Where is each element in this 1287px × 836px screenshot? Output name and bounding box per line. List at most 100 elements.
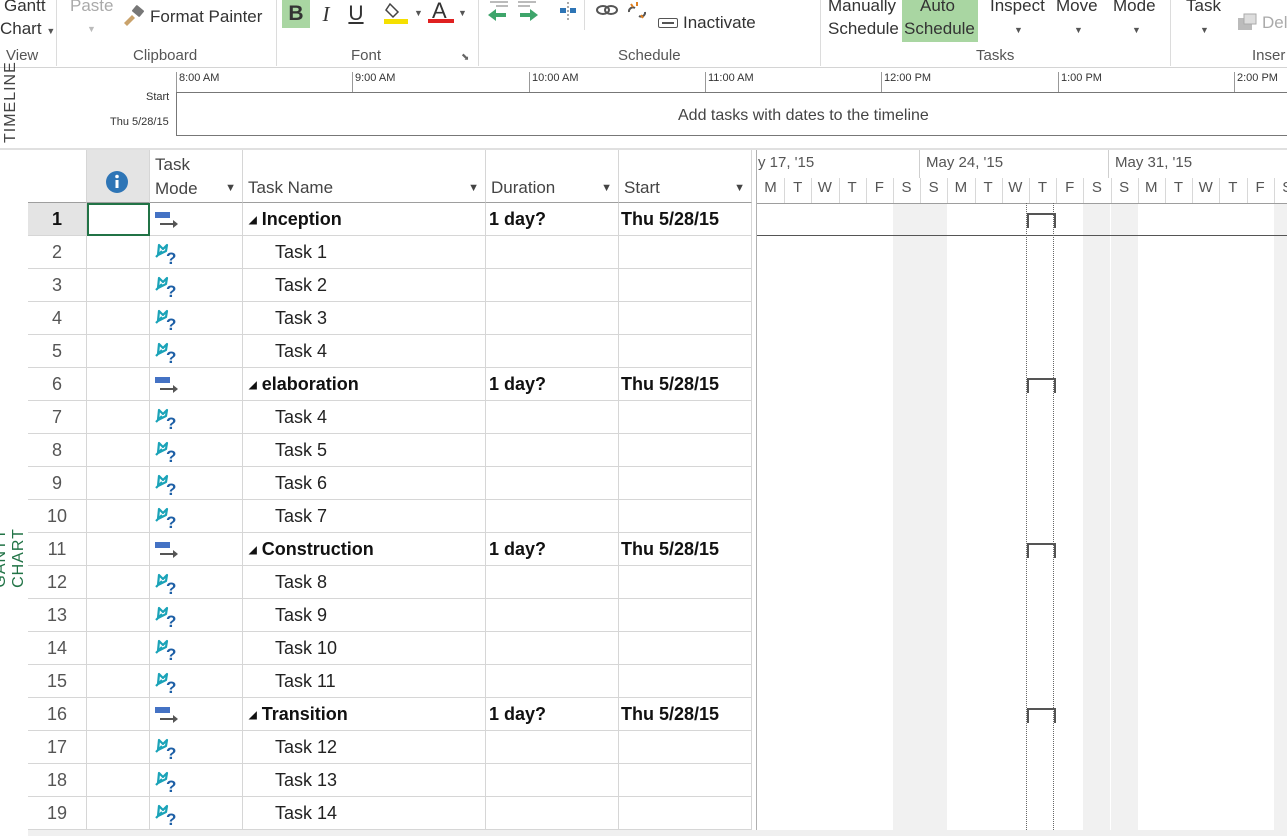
row-number[interactable]: 11 — [28, 533, 87, 566]
row-number[interactable]: 14 — [28, 632, 87, 665]
row-number[interactable]: 19 — [28, 797, 87, 830]
duration-cell[interactable] — [486, 269, 619, 302]
font-color-button[interactable]: A — [428, 0, 454, 24]
indicators-cell[interactable] — [87, 500, 150, 533]
task-mode-cell[interactable]: ? — [150, 302, 243, 335]
table-row[interactable]: 5? Task 4 — [28, 335, 752, 368]
mode-dropdown-icon[interactable]: ▼ — [1132, 25, 1141, 35]
row-number[interactable]: 6 — [28, 368, 87, 401]
task-name-cell[interactable]: Task 10 — [243, 632, 486, 665]
horizontal-scrollbar[interactable] — [28, 830, 1287, 836]
indicators-cell[interactable] — [87, 566, 150, 599]
task-name-cell[interactable]: Task 8 — [243, 566, 486, 599]
task-name-column-header[interactable]: Task Name ▼ — [243, 150, 486, 203]
duration-cell[interactable]: 1 day? — [486, 203, 619, 236]
task-mode-cell[interactable]: ? — [150, 599, 243, 632]
task-mode-cell[interactable]: ? — [150, 797, 243, 830]
collapse-triangle-icon[interactable]: ◢ — [249, 380, 257, 391]
italic-button[interactable]: I — [314, 0, 338, 28]
duration-cell[interactable]: 1 day? — [486, 533, 619, 566]
task-name-cell[interactable]: Task 2 — [243, 269, 486, 302]
paste-button[interactable]: Paste — [70, 0, 113, 16]
task-name-cell[interactable]: Task 6 — [243, 467, 486, 500]
start-cell[interactable] — [619, 500, 752, 533]
indicators-cell[interactable] — [87, 632, 150, 665]
task-mode-cell[interactable]: ? — [150, 467, 243, 500]
row-number[interactable]: 9 — [28, 467, 87, 500]
task-mode-cell[interactable]: ? — [150, 731, 243, 764]
task-mode-cell[interactable]: ? — [150, 665, 243, 698]
row-number[interactable]: 18 — [28, 764, 87, 797]
collapse-triangle-icon[interactable]: ◢ — [249, 545, 257, 556]
task-mode-cell[interactable]: ? — [150, 500, 243, 533]
duration-cell[interactable] — [486, 566, 619, 599]
indicators-cell[interactable] — [87, 269, 150, 302]
gantt-chart-dropdown[interactable]: Chart ▼ — [0, 19, 55, 39]
task-mode-cell[interactable] — [150, 203, 243, 236]
duration-cell[interactable] — [486, 731, 619, 764]
manually-schedule-button-2[interactable]: Schedule — [828, 19, 899, 39]
table-row[interactable]: 10? Task 7 — [28, 500, 752, 533]
indicators-cell[interactable] — [87, 698, 150, 731]
duration-cell[interactable] — [486, 302, 619, 335]
summary-task-bar[interactable] — [1027, 378, 1056, 393]
start-cell[interactable]: Thu 5/28/15 — [619, 368, 752, 401]
indicators-cell[interactable] — [87, 533, 150, 566]
start-cell[interactable]: Thu 5/28/15 — [619, 203, 752, 236]
indicators-cell[interactable] — [87, 764, 150, 797]
duration-cell[interactable] — [486, 764, 619, 797]
mode-button[interactable]: Mode — [1113, 0, 1156, 16]
link-icon[interactable] — [596, 0, 618, 25]
table-row[interactable]: 1 ◢ Inception 1 day? Thu 5/28/15 — [28, 203, 752, 236]
task-mode-cell[interactable]: ? — [150, 764, 243, 797]
row-number[interactable]: 13 — [28, 599, 87, 632]
underline-button[interactable]: U — [343, 0, 369, 28]
row-number[interactable]: 12 — [28, 566, 87, 599]
task-name-cell[interactable]: Task 12 — [243, 731, 486, 764]
indicators-column-header[interactable] — [87, 150, 150, 203]
task-name-cell[interactable]: Task 11 — [243, 665, 486, 698]
table-row[interactable]: 6 ◢ elaboration 1 day? Thu 5/28/15 — [28, 368, 752, 401]
task-name-cell[interactable]: Task 14 — [243, 797, 486, 830]
summary-task-bar[interactable] — [1027, 708, 1056, 723]
unlink-icon[interactable] — [625, 0, 649, 29]
bold-button[interactable]: B — [282, 0, 310, 28]
dialog-launcher-icon[interactable]: ⬊ — [461, 52, 469, 63]
table-row[interactable]: 3? Task 2 — [28, 269, 752, 302]
format-painter-button[interactable]: Format Painter — [150, 7, 262, 27]
task-name-cell[interactable]: Task 9 — [243, 599, 486, 632]
task-name-cell[interactable]: Task 5 — [243, 434, 486, 467]
move-button[interactable]: Move — [1056, 0, 1098, 16]
indicators-cell[interactable] — [87, 797, 150, 830]
table-row[interactable]: 18? Task 13 — [28, 764, 752, 797]
start-cell[interactable]: Thu 5/28/15 — [619, 698, 752, 731]
start-cell[interactable] — [619, 401, 752, 434]
start-cell[interactable]: Thu 5/28/15 — [619, 533, 752, 566]
indicators-cell[interactable] — [87, 368, 150, 401]
start-cell[interactable] — [619, 335, 752, 368]
task-name-cell[interactable]: ◢ Transition — [243, 698, 486, 731]
inspect-button[interactable]: Inspect — [990, 0, 1045, 16]
table-row[interactable]: 9? Task 6 — [28, 467, 752, 500]
table-row[interactable]: 17? Task 12 — [28, 731, 752, 764]
chevron-down-icon[interactable]: ▼ — [601, 182, 612, 194]
start-cell[interactable] — [619, 236, 752, 269]
start-cell[interactable] — [619, 269, 752, 302]
task-name-cell[interactable]: Task 13 — [243, 764, 486, 797]
task-name-cell[interactable]: ◢ Construction — [243, 533, 486, 566]
task-name-cell[interactable]: ◢ elaboration — [243, 368, 486, 401]
highlight-dropdown-icon[interactable]: ▼ — [414, 8, 423, 18]
task-mode-cell[interactable]: ? — [150, 335, 243, 368]
table-row[interactable]: 12? Task 8 — [28, 566, 752, 599]
inspect-dropdown-icon[interactable]: ▼ — [1014, 25, 1023, 35]
duration-cell[interactable] — [486, 500, 619, 533]
deliverable-button[interactable]: Del — [1262, 13, 1287, 33]
table-row[interactable]: 11 ◢ Construction 1 day? Thu 5/28/15 — [28, 533, 752, 566]
duration-cell[interactable] — [486, 797, 619, 830]
row-number[interactable]: 5 — [28, 335, 87, 368]
duration-column-header[interactable]: Duration ▼ — [486, 150, 619, 203]
start-cell[interactable] — [619, 731, 752, 764]
auto-schedule-button[interactable]: Auto Schedule — [902, 0, 978, 42]
duration-cell[interactable] — [486, 467, 619, 500]
start-cell[interactable] — [619, 434, 752, 467]
